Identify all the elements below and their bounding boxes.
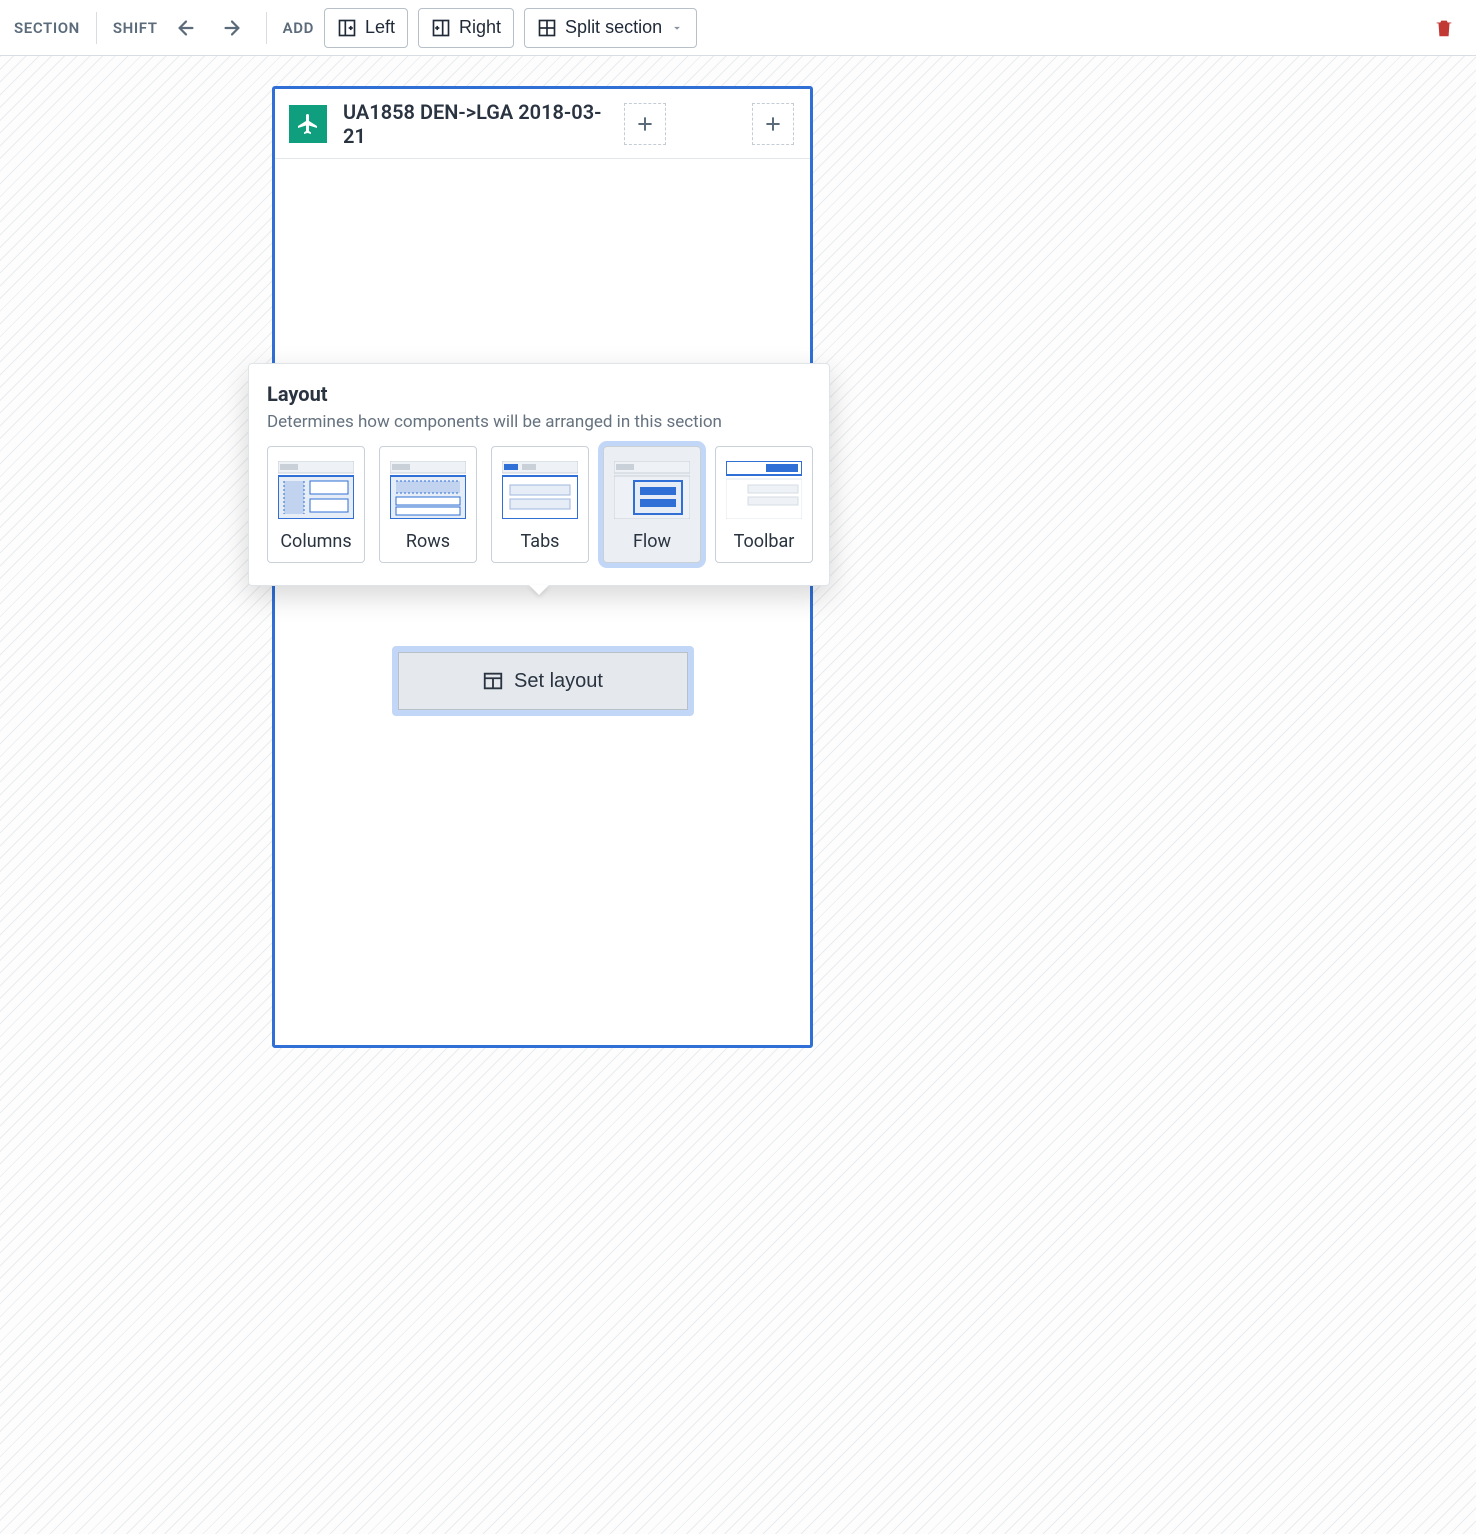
chevron-down-icon (670, 21, 684, 35)
layout-popover: Layout Determines how components will be… (248, 363, 830, 586)
toolbar-thumb-icon (726, 461, 802, 519)
flight-icon (289, 105, 327, 143)
layout-option-tabs[interactable]: Tabs (491, 446, 589, 563)
section-label: SECTION (14, 19, 80, 37)
add-label: ADD (283, 19, 314, 37)
insert-right-icon (431, 18, 451, 38)
add-right-label: Right (459, 17, 501, 38)
columns-thumb-icon (278, 461, 354, 519)
popover-description: Determines how components will be arrang… (267, 412, 811, 432)
delete-section-button[interactable] (1426, 10, 1462, 46)
arrow-left-icon (175, 17, 197, 39)
layout-option-label: Columns (280, 531, 351, 552)
split-icon (537, 18, 557, 38)
shift-label: SHIFT (113, 19, 158, 37)
airplane-icon (296, 112, 320, 136)
layout-option-label: Flow (633, 531, 671, 552)
set-layout-label: Set layout (514, 670, 603, 693)
split-section-label: Split section (565, 17, 662, 38)
layout-option-label: Tabs (521, 531, 560, 552)
add-right-button[interactable]: Right (418, 8, 514, 48)
editor-canvas: UA1858 DEN->LGA 2018-03-21 Set layout La… (0, 56, 1476, 1534)
layout-option-label: Rows (406, 531, 450, 552)
toolbar-separator (96, 12, 97, 44)
add-left-label: Left (365, 17, 395, 38)
trash-icon (1433, 17, 1455, 39)
shift-right-button[interactable] (214, 10, 250, 46)
layout-option-columns[interactable]: Columns (267, 446, 365, 563)
rows-thumb-icon (390, 461, 466, 519)
plus-icon (763, 114, 783, 134)
set-layout-highlight: Set layout (392, 646, 694, 716)
layout-option-toolbar[interactable]: Toolbar (715, 446, 813, 563)
layout-icon (482, 670, 504, 692)
plus-icon (635, 114, 655, 134)
section-title: UA1858 DEN->LGA 2018-03-21 (343, 100, 602, 148)
section-header: UA1858 DEN->LGA 2018-03-21 (275, 89, 810, 159)
layout-option-rows[interactable]: Rows (379, 446, 477, 563)
split-section-button[interactable]: Split section (524, 8, 697, 48)
insert-left-icon (337, 18, 357, 38)
layout-options: Columns Rows (267, 446, 811, 563)
layout-option-flow[interactable]: Flow (603, 446, 701, 563)
flow-thumb-icon (614, 461, 690, 519)
page-toolbar: SECTION SHIFT ADD Left Right Split secti… (0, 0, 1476, 56)
add-component-button[interactable] (624, 103, 666, 145)
tabs-thumb-icon (502, 461, 578, 519)
shift-left-button[interactable] (168, 10, 204, 46)
arrow-right-icon (221, 17, 243, 39)
add-component-button[interactable] (752, 103, 794, 145)
layout-option-label: Toolbar (734, 531, 795, 552)
add-left-button[interactable]: Left (324, 8, 408, 48)
set-layout-button[interactable]: Set layout (398, 652, 688, 710)
popover-title: Layout (267, 382, 811, 406)
toolbar-separator (266, 12, 267, 44)
